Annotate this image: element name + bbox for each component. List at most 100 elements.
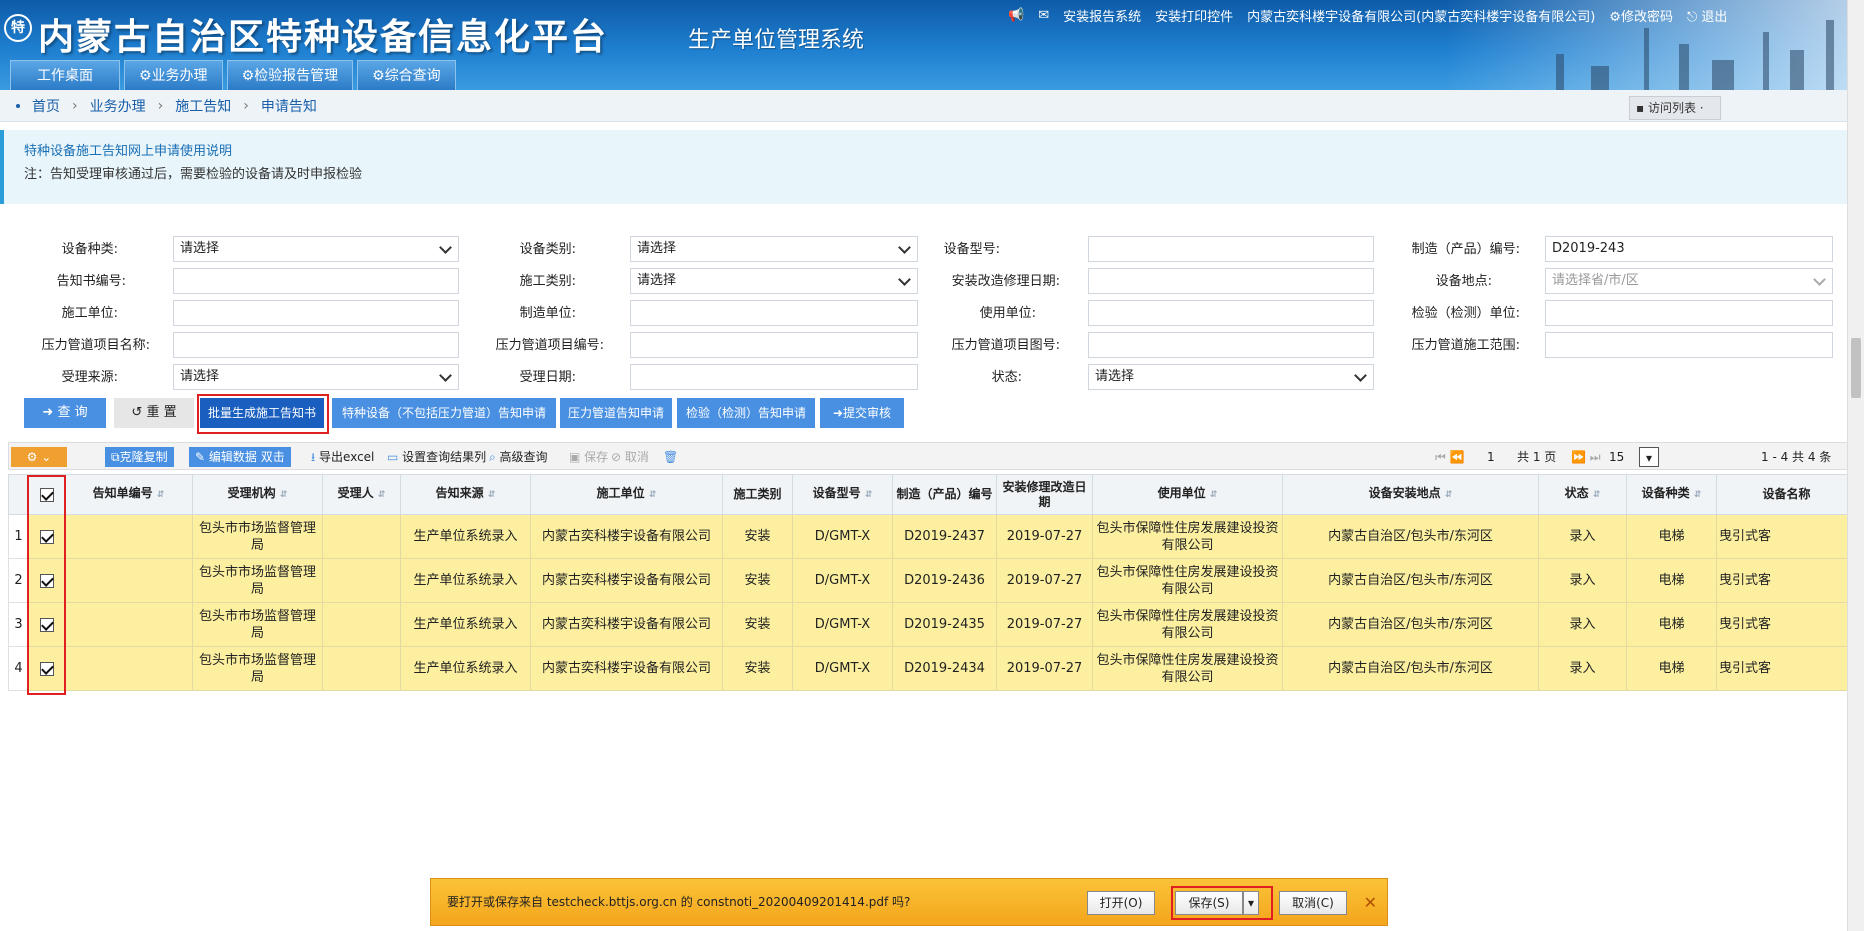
table-row[interactable]: 1 包头市市场监督管理局 生产单位系统录入 内蒙古奕科楼宇设备有限公司 安装 D/GMT-… <box>8 514 1857 559</box>
header-source[interactable]: 告知来源 ⇵ <box>400 474 531 515</box>
chevron-right-icon: › <box>72 97 78 114</box>
cell-name: 曳引式客 <box>1716 558 1857 603</box>
sort-icon: ⇵ <box>1444 490 1453 500</box>
query-button[interactable]: ➜ 查 询 <box>24 398 106 428</box>
header-mfg-no[interactable]: 制造（产品）编号 <box>892 474 997 515</box>
table-row[interactable]: 4 包头市市场监督管理局 生产单位系统录入 内蒙古奕科楼宇设备有限公司 安装 D/GMT-… <box>8 646 1857 691</box>
link-install-report[interactable]: 安装报告系统 <box>1063 6 1141 25</box>
scroll-thumb[interactable] <box>1851 338 1861 398</box>
label-source: 受理来源: <box>61 370 118 385</box>
header-handler[interactable]: 受理人 ⇵ <box>322 474 401 515</box>
location-select[interactable]: 请选择省/市/区 <box>1545 268 1833 294</box>
tab-inspection-report[interactable]: ⚙检验报告管理 <box>226 60 354 90</box>
cell-construct-type: 安装 <box>722 646 793 691</box>
header-construct-type[interactable]: 施工类别 <box>722 474 793 515</box>
breadcrumb-construction-notice[interactable]: 施工告知 <box>175 96 231 116</box>
header-notice-no[interactable]: 告知单编号 ⇵ <box>64 474 193 515</box>
link-print-control[interactable]: 安装打印控件 <box>1155 6 1233 25</box>
construct-type-select[interactable]: 请选择 <box>630 268 918 294</box>
cell-status: 录入 <box>1538 602 1627 647</box>
header-use-unit[interactable]: 使用单位 ⇵ <box>1092 474 1283 515</box>
highlight-box <box>1171 886 1273 920</box>
label-pipe-scope: 压力管道施工范围: <box>1411 338 1520 353</box>
mfg-unit-input[interactable] <box>630 300 918 326</box>
cell-construct-type: 安装 <box>722 602 793 647</box>
mail-icon[interactable]: ✉ <box>1038 8 1049 23</box>
header-location[interactable]: 设备安装地点 ⇵ <box>1282 474 1539 515</box>
export-excel-button[interactable]: ⭳ 导出excel <box>311 447 374 467</box>
reset-button[interactable]: ↺ 重 置 <box>114 398 194 428</box>
tab-query[interactable]: ⚙综合查询 <box>357 60 456 90</box>
cancel-toolbar-button[interactable]: ⊘ 取消 <box>611 447 649 467</box>
settings-dropdown[interactable]: ⚙ ⌄ <box>11 447 67 467</box>
equip-model-input[interactable] <box>1088 236 1374 262</box>
notice-no-input[interactable] <box>173 268 459 294</box>
header-construct-unit[interactable]: 施工单位 ⇵ <box>530 474 723 515</box>
cell-source: 生产单位系统录入 <box>400 558 531 603</box>
cancel-download-button[interactable]: 取消(C) <box>1279 891 1347 915</box>
page-size-dropdown[interactable]: ▾ <box>1639 447 1659 467</box>
inspect-unit-input[interactable] <box>1545 300 1833 326</box>
cell-construct-unit: 内蒙古奕科楼宇设备有限公司 <box>530 602 723 647</box>
header-org[interactable]: 受理机构 ⇵ <box>192 474 323 515</box>
platform-logo: 特 <box>4 14 32 42</box>
table-row[interactable]: 3 包头市市场监督管理局 生产单位系统录入 内蒙古奕科楼宇设备有限公司 安装 D/GMT-… <box>8 602 1857 647</box>
mfg-no-input[interactable]: D2019-243 <box>1545 236 1833 262</box>
pipe-no-input[interactable] <box>630 332 918 358</box>
header-install-date[interactable]: 安装修理改造日期 <box>996 474 1093 515</box>
header-name[interactable]: 设备名称 <box>1716 474 1857 515</box>
cell-name: 曳引式客 <box>1716 514 1857 559</box>
gear-icon: ⚙ <box>1609 10 1621 25</box>
cogs-icon: ⚙ <box>372 68 385 84</box>
next-page-icon[interactable]: ⏩ ⏭ <box>1571 447 1601 467</box>
header-kind[interactable]: 设备种类 ⇵ <box>1626 474 1717 515</box>
vertical-scrollbar[interactable] <box>1847 0 1864 931</box>
pipe-scope-input[interactable] <box>1545 332 1833 358</box>
visit-list-dropdown[interactable]: ▪ 访问列表 · <box>1629 96 1721 120</box>
submit-review-button[interactable]: ➜提交审核 <box>820 398 904 428</box>
special-equipment-apply-button[interactable]: 特种设备（不包括压力管道）告知申请 <box>332 398 556 428</box>
link-change-password[interactable]: ⚙修改密码 <box>1609 6 1673 25</box>
cell-source: 生产单位系统录入 <box>400 602 531 647</box>
construct-unit-input[interactable] <box>173 300 459 326</box>
label-status: 状态: <box>991 370 1022 385</box>
cell-kind: 电梯 <box>1626 602 1717 647</box>
pipe-apply-button[interactable]: 压力管道告知申请 <box>560 398 672 428</box>
header-model[interactable]: 设备型号 ⇵ <box>792 474 893 515</box>
link-logout[interactable]: ⎋ 退出 <box>1687 6 1727 25</box>
advanced-query-button[interactable]: ⌕ 高级查询 <box>489 447 548 467</box>
label-pipe-no: 压力管道项目编号: <box>495 338 604 353</box>
pipe-drawing-input[interactable] <box>1088 332 1374 358</box>
set-columns-button[interactable]: ▭ 设置查询结果列 <box>387 447 486 467</box>
save-toolbar-button[interactable]: ▣ 保存 <box>569 447 608 467</box>
tab-workbench[interactable]: 工作桌面 <box>10 60 120 90</box>
announcement-icon[interactable]: 📢 <box>1008 8 1024 23</box>
table-row[interactable]: 2 包头市市场监督管理局 生产单位系统录入 内蒙古奕科楼宇设备有限公司 安装 D/GMT-… <box>8 558 1857 603</box>
accept-date-input[interactable] <box>630 364 918 390</box>
cell-install-date: 2019-07-27 <box>996 602 1093 647</box>
open-button[interactable]: 打开(O) <box>1087 891 1155 915</box>
label-pipe-name: 压力管道项目名称: <box>41 338 150 353</box>
breadcrumb-business[interactable]: 业务办理 <box>90 96 146 116</box>
tab-business[interactable]: ⚙业务办理 <box>124 60 223 90</box>
close-icon[interactable]: ✕ <box>1364 893 1377 912</box>
page-number[interactable]: 1 <box>1487 447 1495 467</box>
edit-button[interactable]: ✎ 编辑数据 双击 <box>189 447 291 467</box>
equip-category-select[interactable]: 请选择 <box>630 236 918 262</box>
notice-title[interactable]: 特种设备施工告知网上申请使用说明 <box>24 140 1844 159</box>
inspection-apply-button[interactable]: 检验（检测）告知申请 <box>677 398 815 428</box>
first-page-icon[interactable]: ⏮ ⏪ <box>1435 447 1465 467</box>
label-equip-model: 设备型号: <box>943 242 1000 257</box>
equip-type-select[interactable]: 请选择 <box>173 236 459 262</box>
header-status[interactable]: 状态 ⇵ <box>1538 474 1627 515</box>
source-select[interactable]: 请选择 <box>173 364 459 390</box>
clone-button[interactable]: ⧉克隆复制 <box>105 447 174 467</box>
cell-mfg-no: D2019-2437 <box>892 514 997 559</box>
status-select[interactable]: 请选择 <box>1088 364 1374 390</box>
pipe-name-input[interactable] <box>173 332 459 358</box>
trash-icon[interactable]: 🗑 <box>663 447 678 467</box>
use-unit-input[interactable] <box>1088 300 1374 326</box>
install-date-input[interactable] <box>1088 268 1374 294</box>
breadcrumb-home[interactable]: 首页 <box>32 96 60 116</box>
cell-model: D/GMT-X <box>792 646 893 691</box>
